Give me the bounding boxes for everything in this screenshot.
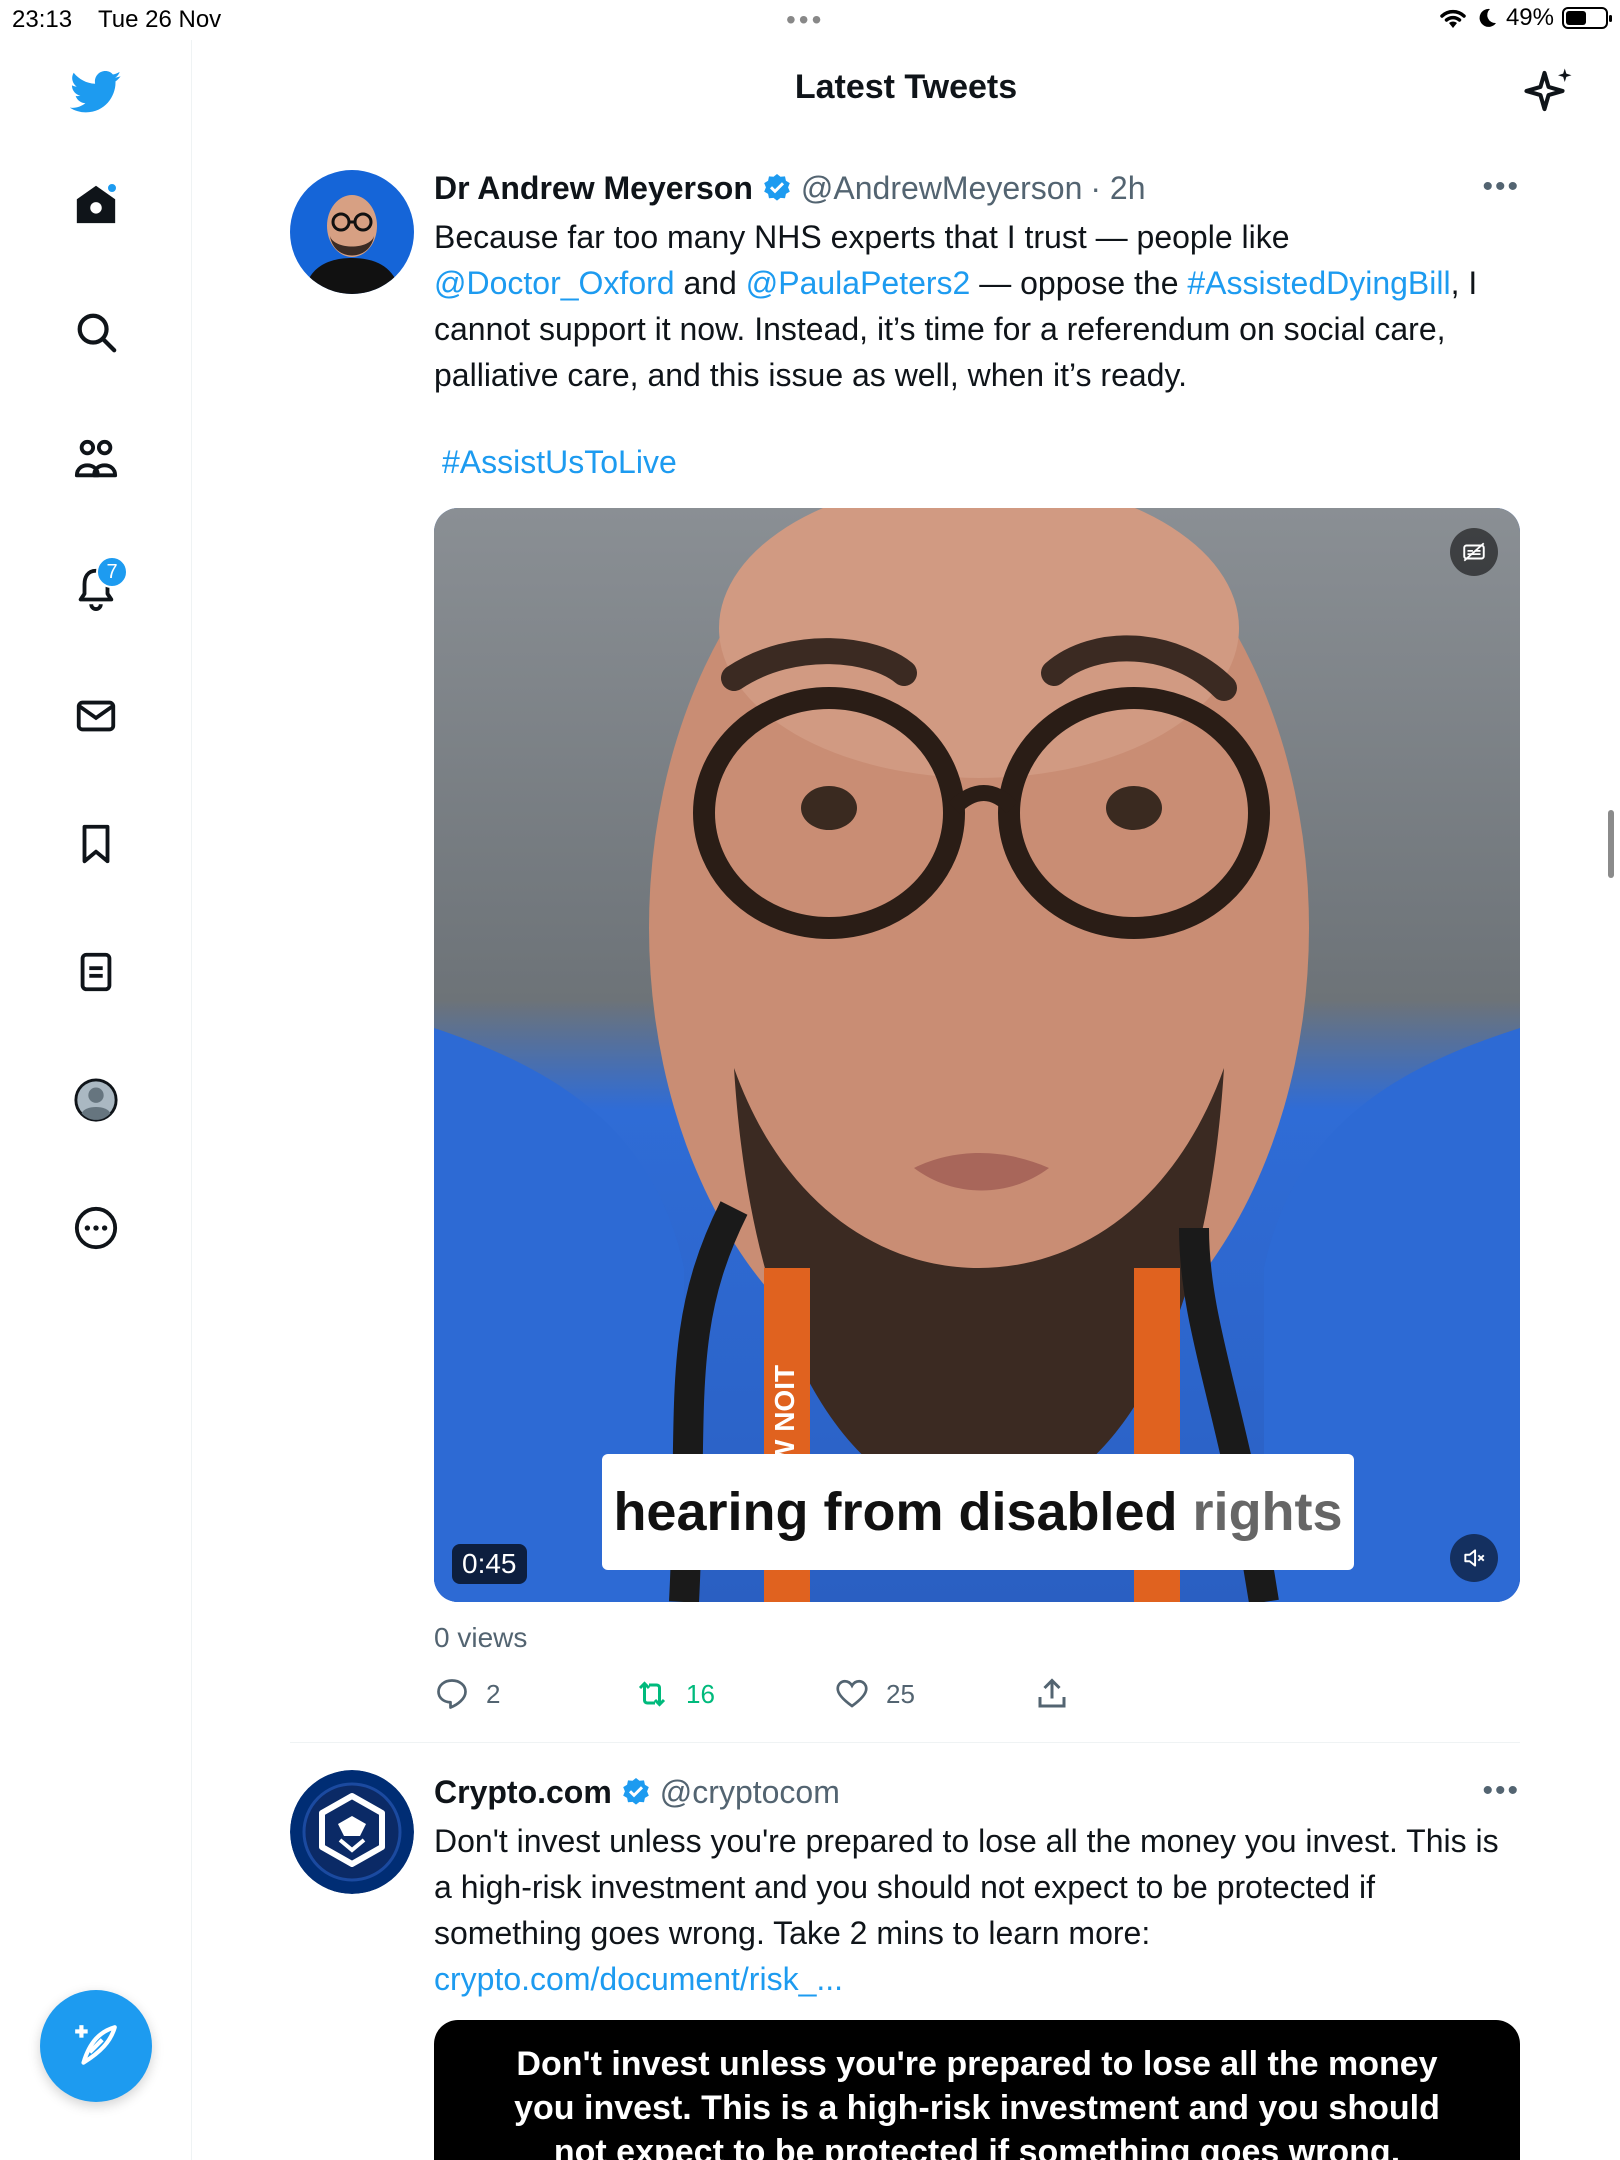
notifications-badge: 7 bbox=[96, 556, 128, 588]
verified-badge-icon bbox=[622, 1778, 649, 1805]
ad-media[interactable]: Don't invest unless you're prepared to l… bbox=[434, 2020, 1520, 2160]
page-title: Latest Tweets bbox=[794, 68, 1018, 106]
verified-badge-icon bbox=[764, 174, 790, 201]
video-player[interactable]: NOW NOIT hearing from disabled rights 0:… bbox=[434, 508, 1520, 1602]
tweet-header: Crypto.com @cryptocom bbox=[434, 1770, 1520, 1814]
timeline-header: Latest Tweets bbox=[192, 40, 1620, 140]
lists-icon bbox=[80, 952, 112, 992]
bookmarks-icon bbox=[82, 824, 110, 864]
twitter-logo-icon[interactable] bbox=[60, 56, 132, 128]
like-button[interactable]: 25 bbox=[834, 1676, 915, 1712]
retweet-count: 16 bbox=[686, 1678, 715, 1709]
muted-speaker-icon bbox=[1464, 1549, 1485, 1567]
sidebar-item-profile[interactable] bbox=[60, 1064, 132, 1136]
tweet-text-part: Don't invest unless you're prepared to l… bbox=[434, 1823, 1499, 1951]
battery-icon bbox=[1562, 7, 1612, 29]
captions-icon bbox=[1463, 542, 1485, 562]
sidebar: 7 bbox=[0, 40, 192, 2160]
avatar[interactable] bbox=[290, 170, 414, 294]
status-indicators: 49% bbox=[1438, 4, 1612, 32]
tweet-text: Don't invest unless you're prepared to l… bbox=[434, 1818, 1520, 2002]
share-button[interactable] bbox=[1034, 1676, 1070, 1712]
tweet-text-part: and bbox=[674, 265, 746, 301]
tweet-text: Because far too many NHS experts that I … bbox=[434, 214, 1520, 398]
retweet-button[interactable]: 16 bbox=[634, 1676, 715, 1712]
video-frame: NOW NOIT bbox=[434, 508, 1520, 1602]
status-date: Tue 26 Nov bbox=[98, 6, 222, 33]
reply-icon bbox=[437, 1679, 467, 1709]
sidebar-item-communities[interactable] bbox=[60, 424, 132, 496]
tweet-divider bbox=[290, 1742, 1520, 1743]
profile-icon bbox=[74, 1078, 118, 1122]
ad-media-line: not expect to be protected if something … bbox=[553, 2133, 1401, 2160]
tweet-card[interactable]: Crypto.com @cryptocom ••• Don't invest u… bbox=[290, 1770, 1520, 2160]
sidebar-item-more[interactable] bbox=[60, 1192, 132, 1264]
video-caption-text-dim: rights bbox=[1192, 1482, 1343, 1542]
retweet-icon bbox=[638, 1681, 666, 1707]
tweet-text-part: — oppose the bbox=[970, 265, 1188, 301]
sidebar-item-bookmarks[interactable] bbox=[60, 808, 132, 880]
mute-button[interactable] bbox=[1450, 1534, 1498, 1582]
author-handle[interactable]: @cryptocom bbox=[660, 1774, 840, 1811]
tweet-actions: 2 16 25 bbox=[434, 1676, 1134, 1720]
messages-icon bbox=[76, 700, 116, 732]
hashtag-link[interactable]: #AssistUsToLive bbox=[442, 444, 677, 480]
video-caption-text: hearing from disabled bbox=[613, 1482, 1193, 1542]
tweet-more-icon[interactable]: ••• bbox=[1482, 170, 1520, 204]
wifi-icon bbox=[1440, 9, 1466, 28]
author-name[interactable]: Crypto.com bbox=[434, 1774, 612, 1811]
battery-percent: 49% bbox=[1505, 4, 1554, 31]
heart-icon bbox=[836, 1679, 868, 1708]
tweet-more-icon[interactable]: ••• bbox=[1482, 1774, 1520, 1808]
status-bar: 23:13 Tue 26 Nov ••• 49% bbox=[0, 0, 1620, 40]
video-caption: hearing from disabled rights bbox=[602, 1454, 1354, 1570]
tweet-link[interactable]: crypto.com/document/risk_... bbox=[434, 1961, 843, 1997]
sidebar-item-search[interactable] bbox=[60, 296, 132, 368]
sidebar-item-messages[interactable] bbox=[60, 680, 132, 752]
multitasking-dots-icon[interactable]: ••• bbox=[786, 4, 824, 36]
home-unread-dot bbox=[106, 182, 118, 194]
like-count: 25 bbox=[886, 1678, 915, 1709]
sidebar-item-notifications[interactable]: 7 bbox=[60, 552, 132, 624]
moon-icon bbox=[1479, 8, 1496, 27]
communities-icon bbox=[74, 439, 118, 478]
tweet-card[interactable]: Dr Andrew Meyerson @AndrewMeyerson · 2h … bbox=[290, 166, 1520, 1740]
share-icon bbox=[1038, 1678, 1066, 1708]
author-handle[interactable]: @AndrewMeyerson bbox=[801, 170, 1082, 207]
compose-icon bbox=[75, 2025, 117, 2065]
author-name[interactable]: Dr Andrew Meyerson bbox=[434, 170, 753, 207]
ad-media-line: you invest. This is a high-risk investme… bbox=[514, 2089, 1440, 2127]
hashtag-link[interactable]: #AssistedDyingBill bbox=[1187, 265, 1450, 301]
tweet-text-part: Because far too many NHS experts that I … bbox=[434, 219, 1290, 255]
avatar[interactable] bbox=[290, 1770, 414, 1894]
captions-button[interactable] bbox=[1450, 528, 1498, 576]
sidebar-item-home[interactable] bbox=[60, 168, 132, 240]
reply-count: 2 bbox=[486, 1678, 501, 1709]
video-duration: 0:45 bbox=[452, 1544, 527, 1584]
sparkle-icon[interactable] bbox=[1522, 64, 1576, 118]
view-count: 0 views bbox=[434, 1622, 528, 1653]
sidebar-item-lists[interactable] bbox=[60, 936, 132, 1008]
status-time: 23:13 bbox=[12, 6, 73, 33]
tweet-timestamp[interactable]: · 2h bbox=[1090, 170, 1145, 207]
ad-media-line: Don't invest unless you're prepared to l… bbox=[516, 2045, 1438, 2083]
search-icon bbox=[77, 313, 117, 353]
compose-tweet-button[interactable] bbox=[40, 1990, 152, 2102]
mention-link[interactable]: @PaulaPeters2 bbox=[746, 265, 971, 301]
scrollbar[interactable] bbox=[1608, 810, 1614, 878]
reply-button[interactable]: 2 bbox=[434, 1676, 500, 1712]
tweet-header: Dr Andrew Meyerson @AndrewMeyerson · 2h bbox=[434, 166, 1520, 210]
more-icon bbox=[74, 1206, 118, 1250]
mention-link[interactable]: @Doctor_Oxford bbox=[434, 265, 675, 301]
